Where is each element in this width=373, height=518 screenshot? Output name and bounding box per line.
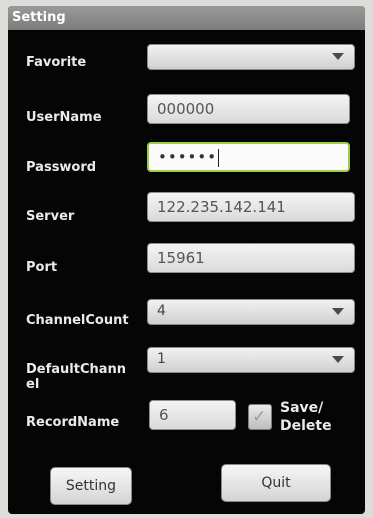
- save-delete-label-line1: Save/: [280, 400, 324, 416]
- server-value: 122.235.142.141: [157, 198, 286, 216]
- default-channel-dropdown[interactable]: 1: [147, 347, 355, 373]
- channel-count-value: 4: [157, 303, 166, 319]
- favorite-dropdown[interactable]: [147, 44, 355, 70]
- settings-screen: Setting Favorite UserName 000000 Passwor…: [8, 6, 365, 514]
- window-title: Setting: [12, 10, 66, 25]
- username-label: UserName: [26, 110, 102, 125]
- save-delete-label-line2: Delete: [280, 418, 332, 434]
- default-channel-value: 1: [157, 351, 166, 367]
- record-name-value: 6: [159, 406, 169, 424]
- chevron-down-icon: [332, 53, 344, 60]
- setting-button[interactable]: Setting: [50, 467, 132, 505]
- default-channel-label-line1: DefaultChann: [26, 362, 127, 377]
- chevron-down-icon: [332, 308, 344, 315]
- title-bar: Setting: [8, 6, 365, 30]
- port-label: Port: [26, 260, 58, 275]
- server-field[interactable]: 122.235.142.141: [147, 192, 355, 222]
- port-field[interactable]: 15961: [147, 243, 355, 273]
- quit-button[interactable]: Quit: [221, 464, 331, 502]
- record-name-label: RecordName: [26, 415, 120, 430]
- password-value: ••••••: [158, 148, 218, 166]
- server-label: Server: [26, 209, 75, 224]
- username-field[interactable]: 000000: [147, 94, 350, 124]
- default-channel-label-line2: el: [26, 377, 40, 392]
- save-delete-label: Save/ Delete: [280, 399, 332, 435]
- save-delete-checkbox[interactable]: ✓: [248, 404, 272, 430]
- default-channel-label: DefaultChann el: [26, 362, 126, 392]
- chevron-down-icon: [332, 356, 344, 363]
- password-field[interactable]: ••••••: [147, 142, 350, 172]
- favorite-label: Favorite: [26, 55, 87, 70]
- channel-count-dropdown[interactable]: 4: [147, 299, 355, 325]
- password-label: Password: [26, 160, 97, 175]
- text-caret: [218, 148, 220, 167]
- record-name-field[interactable]: 6: [149, 400, 236, 430]
- check-icon: ✓: [252, 407, 267, 427]
- port-value: 15961: [157, 249, 205, 267]
- username-value: 000000: [157, 100, 215, 118]
- channel-count-label: ChannelCount: [26, 313, 129, 328]
